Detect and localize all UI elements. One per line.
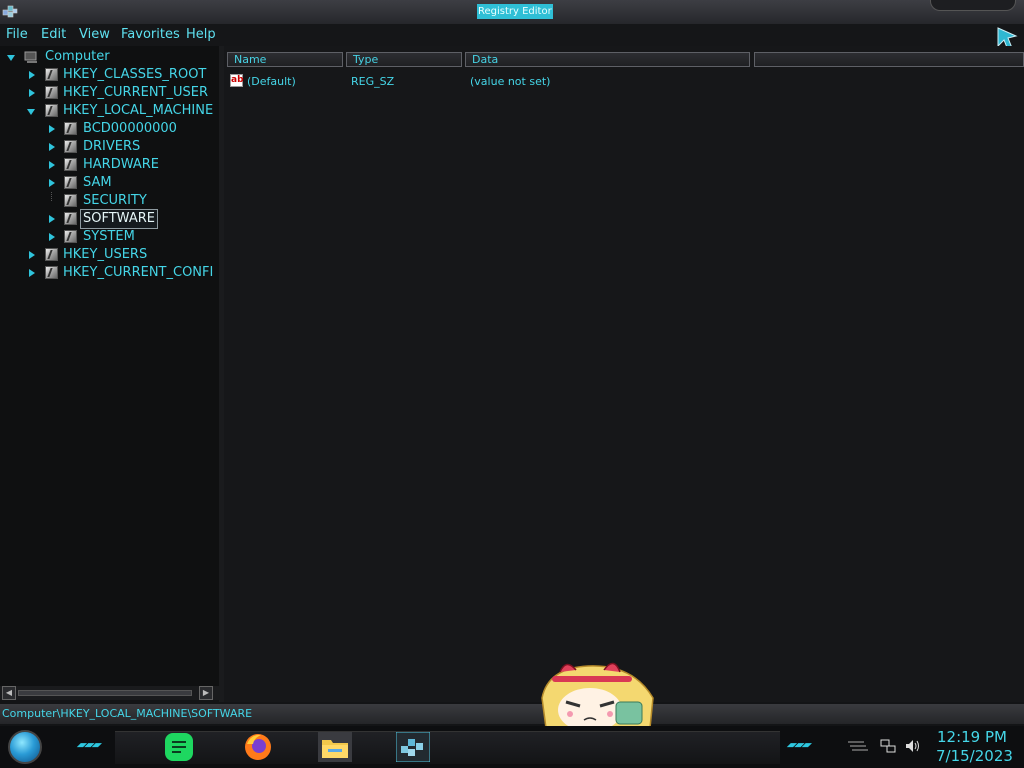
column-header-data[interactable]: Data <box>465 52 750 67</box>
status-bar: Computer\HKEY_LOCAL_MACHINE\SOFTWARE <box>0 704 1024 724</box>
registry-key-icon <box>45 266 58 279</box>
tree-node-label-selected: SOFTWARE <box>80 209 158 229</box>
scroll-right-arrow-icon[interactable]: ▶ <box>199 686 213 700</box>
registry-key-icon <box>45 248 58 261</box>
registry-key-icon <box>64 122 77 135</box>
column-header-empty[interactable] <box>754 52 1024 67</box>
registry-key-icon <box>64 230 77 243</box>
registry-key-icon <box>45 104 58 117</box>
values-list-pane[interactable]: Name Type Data ab (Default) REG_SZ (valu… <box>224 46 1024 702</box>
taskbar: ▰▰▰ ▰▰▰ <box>0 726 1024 768</box>
string-value-icon: ab <box>230 74 244 87</box>
tree-node-label: BCD00000000 <box>83 121 177 136</box>
collapse-arrow-icon[interactable] <box>26 106 36 116</box>
registry-key-icon <box>45 68 58 81</box>
tree-node-label: SECURITY <box>83 193 147 208</box>
key-tree-pane[interactable]: Computer HKEY_CLASSES_ROOT HKEY_CURRENT_… <box>0 46 219 686</box>
menu-favorites[interactable]: Favorites <box>121 27 180 42</box>
collapse-arrow-icon[interactable] <box>6 52 16 62</box>
registry-editor-icon[interactable] <box>396 732 430 762</box>
tree-node-label: HKEY_CLASSES_ROOT <box>63 67 207 82</box>
menu-help[interactable]: Help <box>186 27 216 42</box>
tree-node-label: HKEY_USERS <box>63 247 148 262</box>
status-path: Computer\HKEY_LOCAL_MACHINE\SOFTWARE <box>2 707 253 720</box>
value-name-cell: (Default) <box>247 75 296 88</box>
expand-arrow-icon[interactable] <box>46 214 56 224</box>
scrollbar-thumb[interactable] <box>18 690 192 696</box>
column-header-name[interactable]: Name <box>227 52 343 67</box>
tree-node-label: HKEY_CURRENT_CONFI <box>63 265 214 280</box>
value-data-cell: (value not set) <box>470 75 551 88</box>
chevron-decoration-icon: ▰▰▰ <box>784 738 814 751</box>
tree-node-label: HKEY_CURRENT_USER <box>63 85 209 100</box>
chevron-decoration-icon: ▰▰▰ <box>74 738 104 751</box>
volume-icon[interactable] <box>904 738 920 754</box>
window-controls-decoration[interactable] <box>930 0 1016 11</box>
menu-view[interactable]: View <box>79 27 110 42</box>
tree-node-label: SAM <box>83 175 112 190</box>
show-desktop-icon[interactable] <box>846 740 868 752</box>
clock-time[interactable]: 12:19 PM <box>937 728 1007 746</box>
taskbar-app-strip <box>115 731 780 764</box>
tree-node-label: DRIVERS <box>83 139 141 154</box>
expand-arrow-icon[interactable] <box>26 250 36 260</box>
expand-arrow-icon[interactable] <box>46 160 56 170</box>
column-header-type[interactable]: Type <box>346 52 462 67</box>
tree-node-label: Computer <box>45 49 110 64</box>
spotify-icon[interactable] <box>162 732 196 762</box>
network-icon[interactable] <box>880 738 896 754</box>
value-type-cell: REG_SZ <box>351 75 395 88</box>
expand-arrow-icon[interactable] <box>26 268 36 278</box>
title-bar[interactable]: Registry Editor <box>0 0 1024 25</box>
registry-key-icon <box>64 176 77 189</box>
computer-icon <box>24 51 37 63</box>
registry-key-icon <box>64 212 77 225</box>
tree-horizontal-scrollbar[interactable]: ◀ ▶ <box>0 686 219 700</box>
expand-arrow-icon[interactable] <box>26 70 36 80</box>
menu-edit[interactable]: Edit <box>41 27 66 42</box>
start-button[interactable] <box>8 730 42 764</box>
file-explorer-icon[interactable] <box>318 732 352 762</box>
firefox-icon[interactable] <box>241 732 275 762</box>
registry-key-icon <box>64 158 77 171</box>
scroll-left-arrow-icon[interactable]: ◀ <box>2 686 16 700</box>
registry-key-icon <box>45 86 58 99</box>
mascot-character-decoration <box>541 662 654 728</box>
tree-node-label: HKEY_LOCAL_MACHINE <box>63 103 214 118</box>
menu-bar: File Edit View Favorites Help <box>0 24 1024 46</box>
registry-key-icon <box>64 194 77 207</box>
expand-arrow-icon[interactable] <box>46 178 56 188</box>
expand-arrow-icon[interactable] <box>46 232 56 242</box>
registry-key-icon <box>64 140 77 153</box>
window-title: Registry Editor <box>477 4 553 19</box>
expand-arrow-icon[interactable] <box>46 142 56 152</box>
tree-connector-line <box>51 192 53 201</box>
tree-node-label: SYSTEM <box>83 229 135 244</box>
expand-arrow-icon[interactable] <box>46 124 56 134</box>
clock-date[interactable]: 7/15/2023 <box>936 747 1013 765</box>
menu-file[interactable]: File <box>6 27 28 42</box>
expand-arrow-icon[interactable] <box>26 88 36 98</box>
registry-editor-app-icon[interactable] <box>2 3 18 19</box>
tree-node-label: HARDWARE <box>83 157 159 172</box>
